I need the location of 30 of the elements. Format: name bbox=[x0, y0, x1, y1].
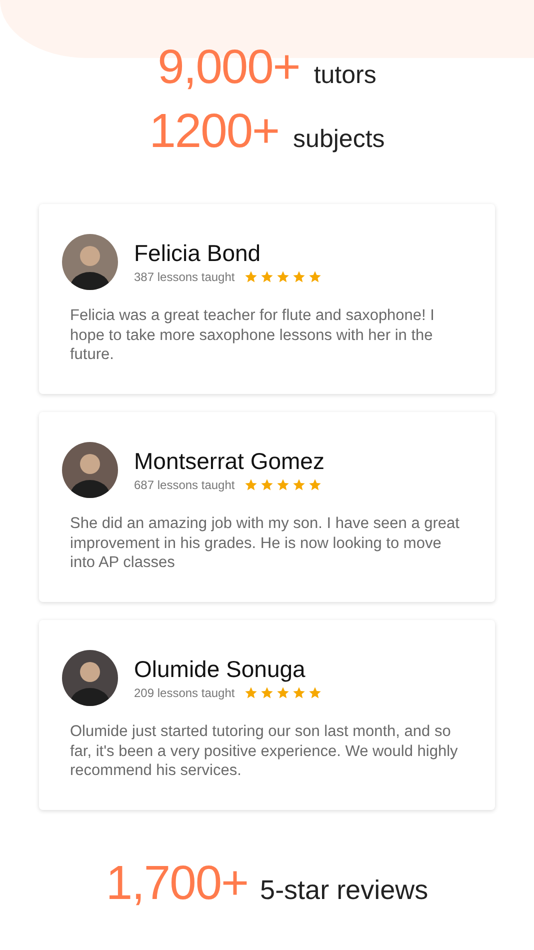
star-icon bbox=[308, 686, 322, 700]
tutor-name: Olumide Sonuga bbox=[134, 656, 306, 683]
tutor-name: Felicia Bond bbox=[134, 240, 262, 267]
tutor-name: Montserrat Gomez bbox=[134, 448, 324, 475]
review-text: She did an amazing job with my son. I have seen a great improvement in his grades. He is now looking to move into AP classes bbox=[70, 514, 460, 572]
stat-label: tutors bbox=[314, 61, 376, 90]
star-icon bbox=[260, 270, 274, 284]
review-text: Olumide just started tutoring our son last month, and so far, it's been a very positive experience. We would highly recommend his services. bbox=[70, 722, 459, 780]
lessons-count: 687 lessons taught bbox=[134, 478, 235, 492]
star-icon bbox=[292, 270, 306, 284]
stat-number: 1,700+ bbox=[106, 856, 248, 912]
star-icon bbox=[292, 686, 306, 700]
star-icon bbox=[276, 478, 290, 492]
star-icon bbox=[244, 686, 258, 700]
star-icon bbox=[244, 270, 258, 284]
star-icon bbox=[308, 270, 322, 284]
star-icon bbox=[260, 686, 274, 700]
lessons-count: 387 lessons taught bbox=[134, 270, 235, 284]
star-icon bbox=[260, 478, 274, 492]
stat-number: 9,000+ bbox=[158, 40, 300, 96]
stat-number: 1200+ bbox=[149, 104, 280, 160]
lessons-count: 209 lessons taught bbox=[134, 686, 235, 700]
star-icon bbox=[276, 270, 290, 284]
star-icon bbox=[276, 686, 290, 700]
review-text: Felicia was a great teacher for flute and saxophone! I hope to take more saxophone lessons with her in the future. bbox=[70, 306, 436, 364]
stat-label: 5-star reviews bbox=[260, 875, 428, 906]
star-icon bbox=[308, 478, 322, 492]
star-icon bbox=[292, 478, 306, 492]
stat-label: subjects bbox=[293, 125, 385, 154]
star-icon bbox=[244, 478, 258, 492]
